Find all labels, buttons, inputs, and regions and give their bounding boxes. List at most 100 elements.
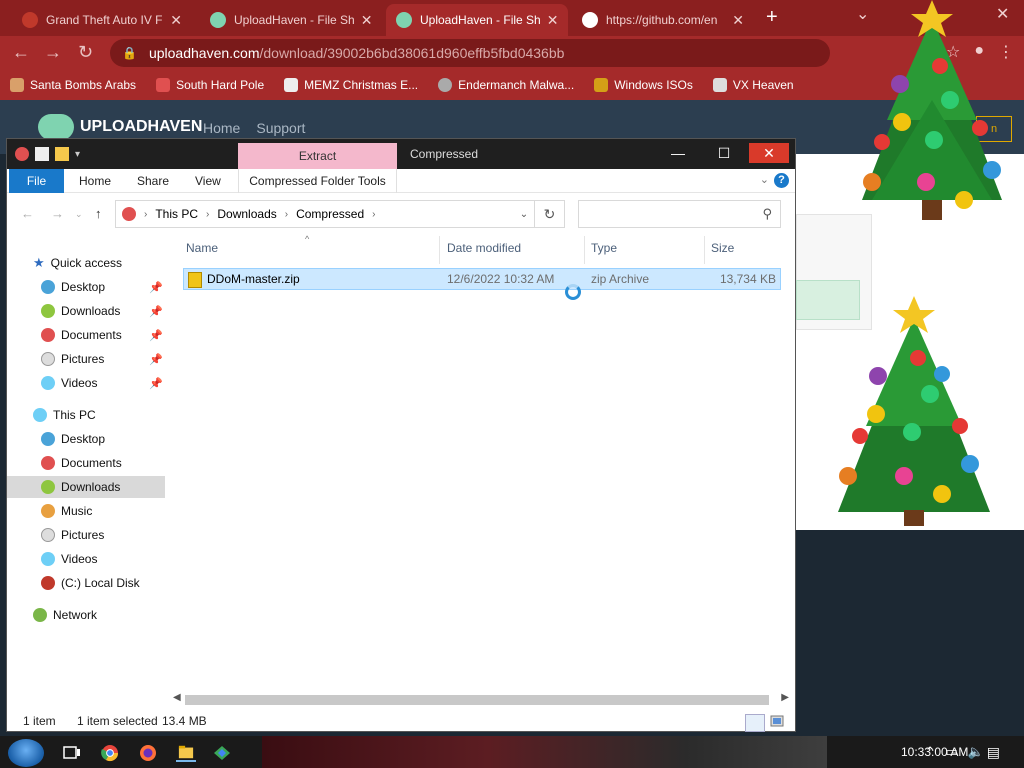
minimize-button[interactable]: — <box>658 143 698 163</box>
details-view-icon[interactable] <box>745 714 765 732</box>
nav-this-pc[interactable]: This PC <box>7 404 165 426</box>
explorer-search-input[interactable]: ⚲ <box>578 200 781 228</box>
network-app-icon[interactable] <box>212 744 232 762</box>
refresh-button[interactable]: ↻ <box>535 200 565 228</box>
close-button[interactable]: ✕ <box>749 143 789 163</box>
up-arrow-icon[interactable]: ↑ <box>95 206 102 221</box>
breadcrumb-compressed[interactable]: Compressed <box>296 207 364 221</box>
column-divider[interactable] <box>439 236 440 264</box>
horizontal-scrollbar[interactable]: ◀ ▶ <box>171 691 789 707</box>
file-explorer-icon[interactable] <box>176 744 196 762</box>
file-date: 12/6/2022 10:32 AM <box>447 272 555 286</box>
action-center-icon[interactable]: ▤ <box>987 744 1000 761</box>
pin-icon[interactable]: 📌 <box>149 281 163 294</box>
reload-icon[interactable]: ↻ <box>78 42 93 63</box>
nav-pc-music[interactable]: Music <box>7 500 165 522</box>
ribbon-tab-compressed-folder-tools[interactable]: Compressed Folder Tools <box>238 169 397 193</box>
bookmark-1[interactable]: Santa Bombs Arabs <box>10 78 136 92</box>
site-logo[interactable]: UPLOADHAVEN <box>38 114 202 140</box>
nav-pc-documents[interactable]: Documents <box>7 452 165 474</box>
expand-ribbon-icon[interactable]: ⌄ <box>760 173 769 186</box>
explorer-address-bar[interactable]: › This PC › Downloads › Compressed › ⌄ <box>115 200 535 228</box>
column-header-date[interactable]: Date modified <box>447 241 521 255</box>
file-row[interactable]: DDoM-master.zip 12/6/2022 10:32 AM zip A… <box>183 268 781 290</box>
breadcrumb-this-pc[interactable]: This PC <box>155 207 198 221</box>
ribbon-tab-home[interactable]: Home <box>79 174 111 188</box>
pin-icon[interactable]: 📌 <box>149 353 163 366</box>
bookmark-2[interactable]: South Hard Pole <box>156 78 264 92</box>
ribbon-tab-file[interactable]: File <box>9 169 64 193</box>
forward-arrow-icon[interactable]: → <box>51 206 64 221</box>
browser-tab-3[interactable]: UploadHaven - File Sh ✕ <box>386 4 568 36</box>
bookmark-label: VX Heaven <box>732 78 794 92</box>
help-icon[interactable]: ? <box>774 173 789 188</box>
pin-icon[interactable]: 📌 <box>149 329 163 342</box>
pin-icon[interactable]: 📌 <box>149 377 163 390</box>
nav-quick-documents[interactable]: Documents 📌 <box>7 324 165 346</box>
column-header-type[interactable]: Type <box>591 241 617 255</box>
ribbon-tab-share[interactable]: Share <box>137 174 169 188</box>
scroll-right-icon[interactable]: ▶ <box>781 692 789 703</box>
nav-quick-downloads[interactable]: Downloads 📌 <box>7 300 165 322</box>
tab-close-icon[interactable]: ✕ <box>541 12 559 29</box>
bookmark-label: South Hard Pole <box>176 78 265 92</box>
file-type: zip Archive <box>591 272 650 286</box>
nav-label: Pictures <box>61 528 105 542</box>
nav-pc-downloads[interactable]: Downloads <box>7 476 165 498</box>
site-nav-home[interactable]: Home <box>203 120 240 136</box>
maximize-button[interactable]: ☐ <box>704 143 744 163</box>
browser-tab-4[interactable]: https://github.com/en ✕ <box>572 4 754 36</box>
recent-locations-icon[interactable]: ⌄ <box>75 209 83 220</box>
nav-network[interactable]: Network <box>7 604 165 626</box>
tab-favicon-icon <box>396 12 412 28</box>
extract-context-tab[interactable]: Extract <box>238 143 397 169</box>
breadcrumb-downloads[interactable]: Downloads <box>217 207 276 221</box>
address-dropdown-icon[interactable]: ⌄ <box>514 209 534 220</box>
column-header-name[interactable]: Name <box>186 241 218 255</box>
new-tab-icon[interactable]: + <box>766 6 778 29</box>
bookmark-label: Santa Bombs Arabs <box>30 78 137 92</box>
bookmark-5[interactable]: Windows ISOs <box>594 78 693 92</box>
nav-quick-desktop[interactable]: Desktop 📌 <box>7 276 165 298</box>
column-header-size[interactable]: Size <box>711 241 734 255</box>
address-bar[interactable]: 🔒 uploadhaven.com /download/39002b6bd380… <box>110 39 830 67</box>
nav-quick-access[interactable]: ★ Quick access <box>7 252 165 274</box>
customize-toolbar-icon[interactable]: ▾ <box>75 149 80 160</box>
navigation-pane: ★ Quick access Desktop 📌 Downloads 📌 Doc… <box>7 234 165 689</box>
nav-pc-local-disk[interactable]: (C:) Local Disk <box>7 572 165 594</box>
firefox-icon[interactable] <box>138 744 158 762</box>
tab-close-icon[interactable]: ✕ <box>726 12 744 29</box>
scrollbar-thumb[interactable] <box>185 695 769 705</box>
column-divider[interactable] <box>704 236 705 264</box>
new-folder-icon[interactable] <box>55 147 69 161</box>
chrome-icon[interactable] <box>100 744 120 762</box>
start-button[interactable] <box>8 739 44 767</box>
videos-icon <box>41 552 55 566</box>
nav-pc-desktop[interactable]: Desktop <box>7 428 165 450</box>
scroll-left-icon[interactable]: ◀ <box>173 692 181 703</box>
nav-pc-videos[interactable]: Videos <box>7 548 165 570</box>
nav-quick-pictures[interactable]: Pictures 📌 <box>7 348 165 370</box>
nav-pc-pictures[interactable]: Pictures <box>7 524 165 546</box>
bookmark-4[interactable]: Endermanch Malwa... <box>438 78 574 92</box>
nav-quick-videos[interactable]: Videos 📌 <box>7 372 165 394</box>
browser-tab-1[interactable]: Grand Theft Auto IV F ✕ <box>12 4 192 36</box>
ribbon-tab-view[interactable]: View <box>195 174 221 188</box>
tab-close-icon[interactable]: ✕ <box>355 12 373 29</box>
clock[interactable]: 10:33:00 AM <box>901 745 968 759</box>
back-icon[interactable]: ← <box>12 42 30 63</box>
pin-icon[interactable]: 📌 <box>149 305 163 318</box>
properties-icon[interactable] <box>35 147 49 161</box>
column-divider[interactable] <box>584 236 585 264</box>
bookmark-3[interactable]: MEMZ Christmas E... <box>284 78 418 92</box>
forward-icon[interactable]: → <box>44 42 62 63</box>
task-view-icon[interactable] <box>62 744 82 762</box>
browser-tab-2[interactable]: UploadHaven - File Sh ✕ <box>200 4 382 36</box>
tab-close-icon[interactable]: ✕ <box>164 12 182 29</box>
snowflake-icon <box>156 78 171 92</box>
large-icons-view-icon[interactable] <box>769 714 789 732</box>
site-nav-support[interactable]: Support <box>256 120 305 136</box>
volume-icon[interactable]: 🔈 <box>968 744 984 760</box>
bookmark-6[interactable]: VX Heaven <box>712 78 794 92</box>
back-arrow-icon[interactable]: ← <box>21 206 34 221</box>
